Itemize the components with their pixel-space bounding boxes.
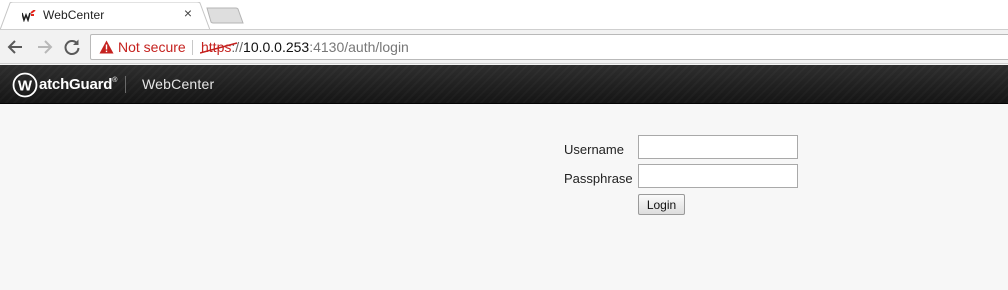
header-divider [125,76,126,93]
tab-title: WebCenter [43,8,105,22]
browser-toolbar: Not secure https://10.0.0.253:4130/auth/… [0,30,1008,64]
login-button[interactable]: Login [638,194,685,215]
warning-triangle-icon [99,40,114,54]
new-tab-icon[interactable] [206,7,244,24]
reload-icon[interactable] [62,37,82,57]
scheme-strikethrough [200,42,238,54]
url-scheme: https [200,39,238,55]
passphrase-input[interactable] [638,164,798,188]
url-text: https://10.0.0.253:4130/auth/login [200,39,409,55]
app-title: WebCenter [142,76,215,92]
forward-arrow-icon[interactable] [34,37,54,57]
watchguard-favicon [22,10,36,22]
username-label: Username [564,142,624,157]
close-icon[interactable]: × [181,6,195,20]
logo-wordmark: atchGuard® [39,76,118,93]
browser-tab[interactable]: WebCenter × [0,2,212,30]
omnibox-divider [192,40,193,55]
passphrase-label: Passphrase [564,171,633,186]
address-bar[interactable]: Not secure https://10.0.0.253:4130/auth/… [90,34,1008,60]
login-page: Username Passphrase Login [0,105,1008,290]
username-input[interactable] [638,135,798,159]
security-indicator[interactable]: Not secure [118,39,186,55]
url-host: 10.0.0.253 [243,39,310,55]
url-path: :4130/auth/login [309,39,409,55]
logo-letter: W [18,78,33,95]
browser-tab-strip: WebCenter × [0,0,1008,30]
back-arrow-icon[interactable] [6,37,26,57]
app-header: W atchGuard® WebCenter [0,65,1008,104]
watchguard-logo-icon: W [12,72,38,98]
